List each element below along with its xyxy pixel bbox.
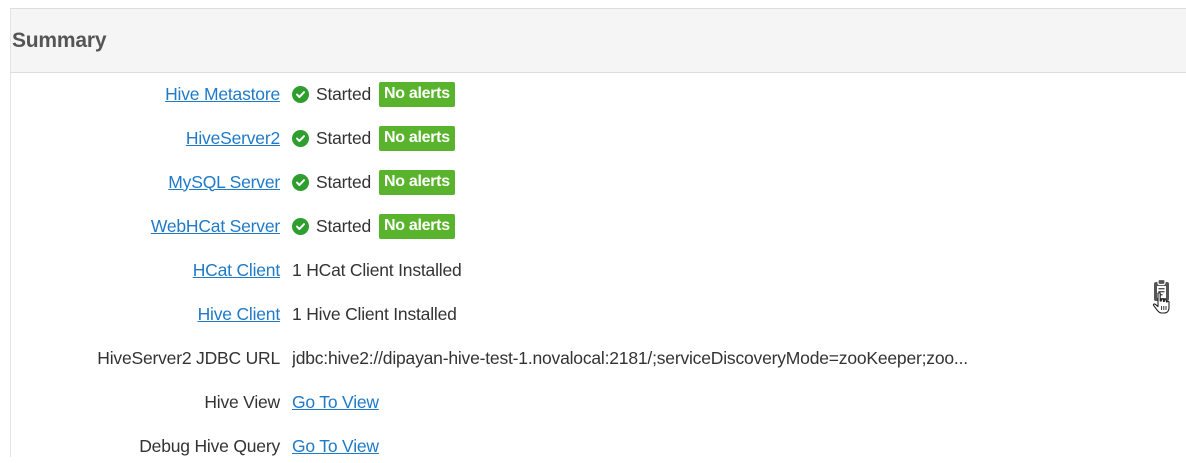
component-row-hiveserver2: HiveServer2 Started No alerts bbox=[0, 121, 1176, 155]
client-count: 1 Hive Client Installed bbox=[292, 303, 457, 324]
alerts-badge[interactable]: No alerts bbox=[379, 213, 455, 239]
webhcat-server-link[interactable]: WebHCat Server bbox=[0, 216, 280, 237]
jdbc-url-label: HiveServer2 JDBC URL bbox=[97, 347, 280, 368]
alerts-badge[interactable]: No alerts bbox=[379, 169, 455, 195]
panel-title: Summary bbox=[12, 28, 107, 52]
panel-header: Summary bbox=[11, 9, 1186, 73]
clipboard-icon[interactable] bbox=[1148, 275, 1176, 315]
status-text: Started bbox=[316, 83, 372, 104]
alerts-badge[interactable]: No alerts bbox=[379, 81, 455, 107]
mysql-server-link[interactable]: MySQL Server bbox=[0, 172, 280, 193]
component-row-mysql-server: MySQL Server Started No alerts bbox=[0, 165, 1176, 199]
debug-query-label: Debug Hive Query bbox=[139, 435, 280, 456]
hive-metastore-link[interactable]: Hive Metastore bbox=[0, 84, 280, 105]
component-status: Started No alerts bbox=[292, 81, 455, 107]
hiveserver2-link[interactable]: HiveServer2 bbox=[0, 128, 280, 149]
component-status: Started No alerts bbox=[292, 213, 455, 239]
jdbc-url-value: jdbc:hive2://dipayan-hive-test-1.novaloc… bbox=[292, 347, 968, 368]
hive-view-label: Hive View bbox=[204, 391, 280, 412]
jdbc-url-row: HiveServer2 JDBC URL jdbc:hive2://dipaya… bbox=[0, 341, 1176, 375]
client-installed-text: 1 Hive Client Installed bbox=[292, 304, 457, 325]
component-row-hive-metastore: Hive Metastore Started No alerts bbox=[0, 77, 1176, 111]
debug-query-row: Debug Hive Query Go To View bbox=[0, 429, 1176, 463]
jdbc-url-value-wrap: jdbc:hive2://dipayan-hive-test-1.novaloc… bbox=[292, 348, 968, 369]
hive-view-row: Hive View Go To View bbox=[0, 385, 1176, 419]
debug-query-value: Go To View bbox=[292, 436, 379, 457]
alerts-badge[interactable]: No alerts bbox=[379, 125, 455, 151]
check-circle-icon bbox=[292, 85, 309, 103]
debug-query-go-link[interactable]: Go To View bbox=[292, 436, 379, 457]
hive-view-go-link[interactable]: Go To View bbox=[292, 392, 379, 413]
status-text: Started bbox=[316, 215, 372, 236]
component-status: Started No alerts bbox=[292, 169, 455, 195]
check-circle-icon bbox=[292, 129, 309, 147]
client-row-hive: Hive Client 1 Hive Client Installed bbox=[0, 297, 1176, 331]
status-text: Started bbox=[316, 171, 372, 192]
client-count: 1 HCat Client Installed bbox=[292, 259, 462, 280]
status-text: Started bbox=[316, 127, 372, 148]
component-row-webhcat-server: WebHCat Server Started No alerts bbox=[0, 209, 1176, 243]
hcat-client-link[interactable]: HCat Client bbox=[0, 260, 280, 281]
check-circle-icon bbox=[292, 173, 309, 191]
check-circle-icon bbox=[292, 217, 309, 235]
hive-view-value: Go To View bbox=[292, 392, 379, 413]
hive-client-link[interactable]: Hive Client bbox=[0, 304, 281, 325]
component-status: Started No alerts bbox=[292, 125, 455, 151]
client-row-hcat: HCat Client 1 HCat Client Installed bbox=[0, 253, 1176, 287]
client-installed-text: 1 HCat Client Installed bbox=[292, 260, 462, 281]
